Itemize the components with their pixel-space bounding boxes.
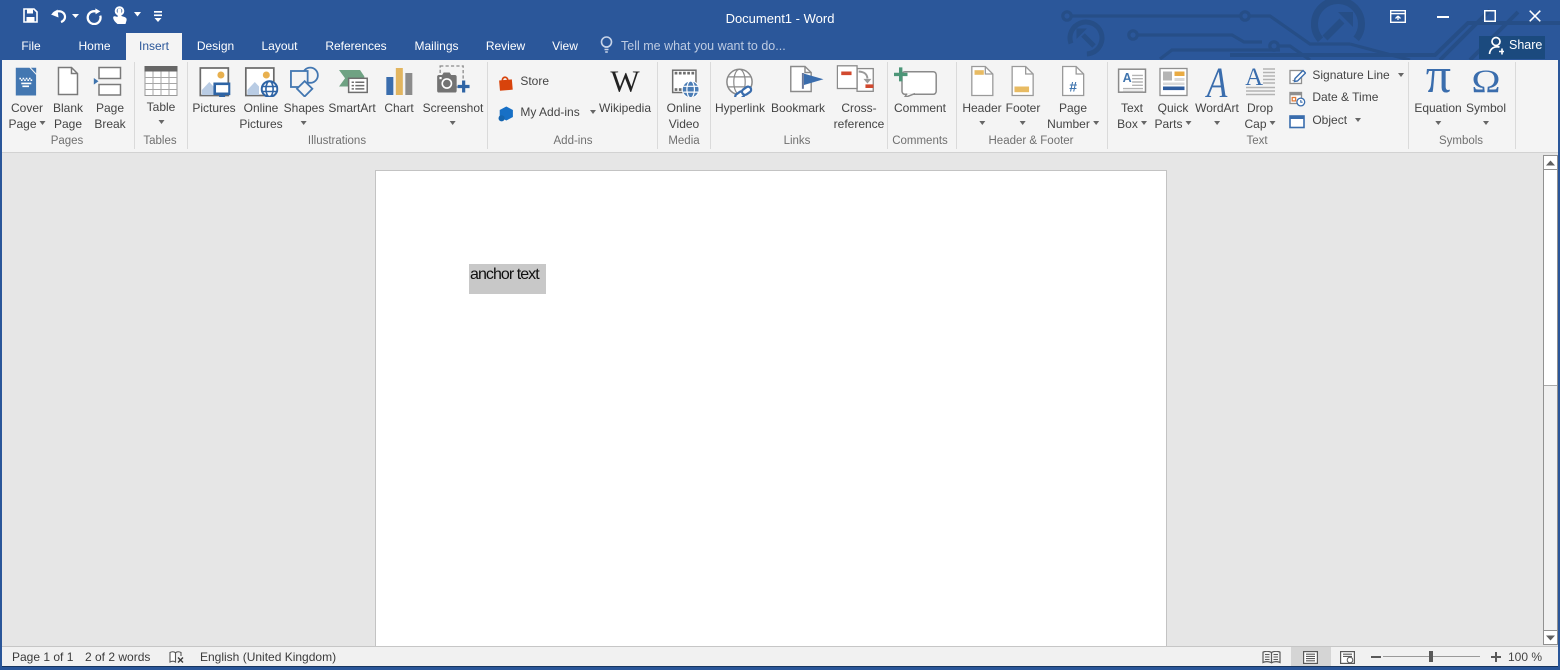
svg-text:#: # (1069, 79, 1077, 95)
svg-text:Ω: Ω (1471, 65, 1500, 97)
svg-text:W: W (610, 65, 640, 97)
svg-text:A: A (1204, 65, 1227, 97)
svg-text:π: π (1425, 65, 1450, 97)
svg-text:A: A (1123, 71, 1132, 85)
